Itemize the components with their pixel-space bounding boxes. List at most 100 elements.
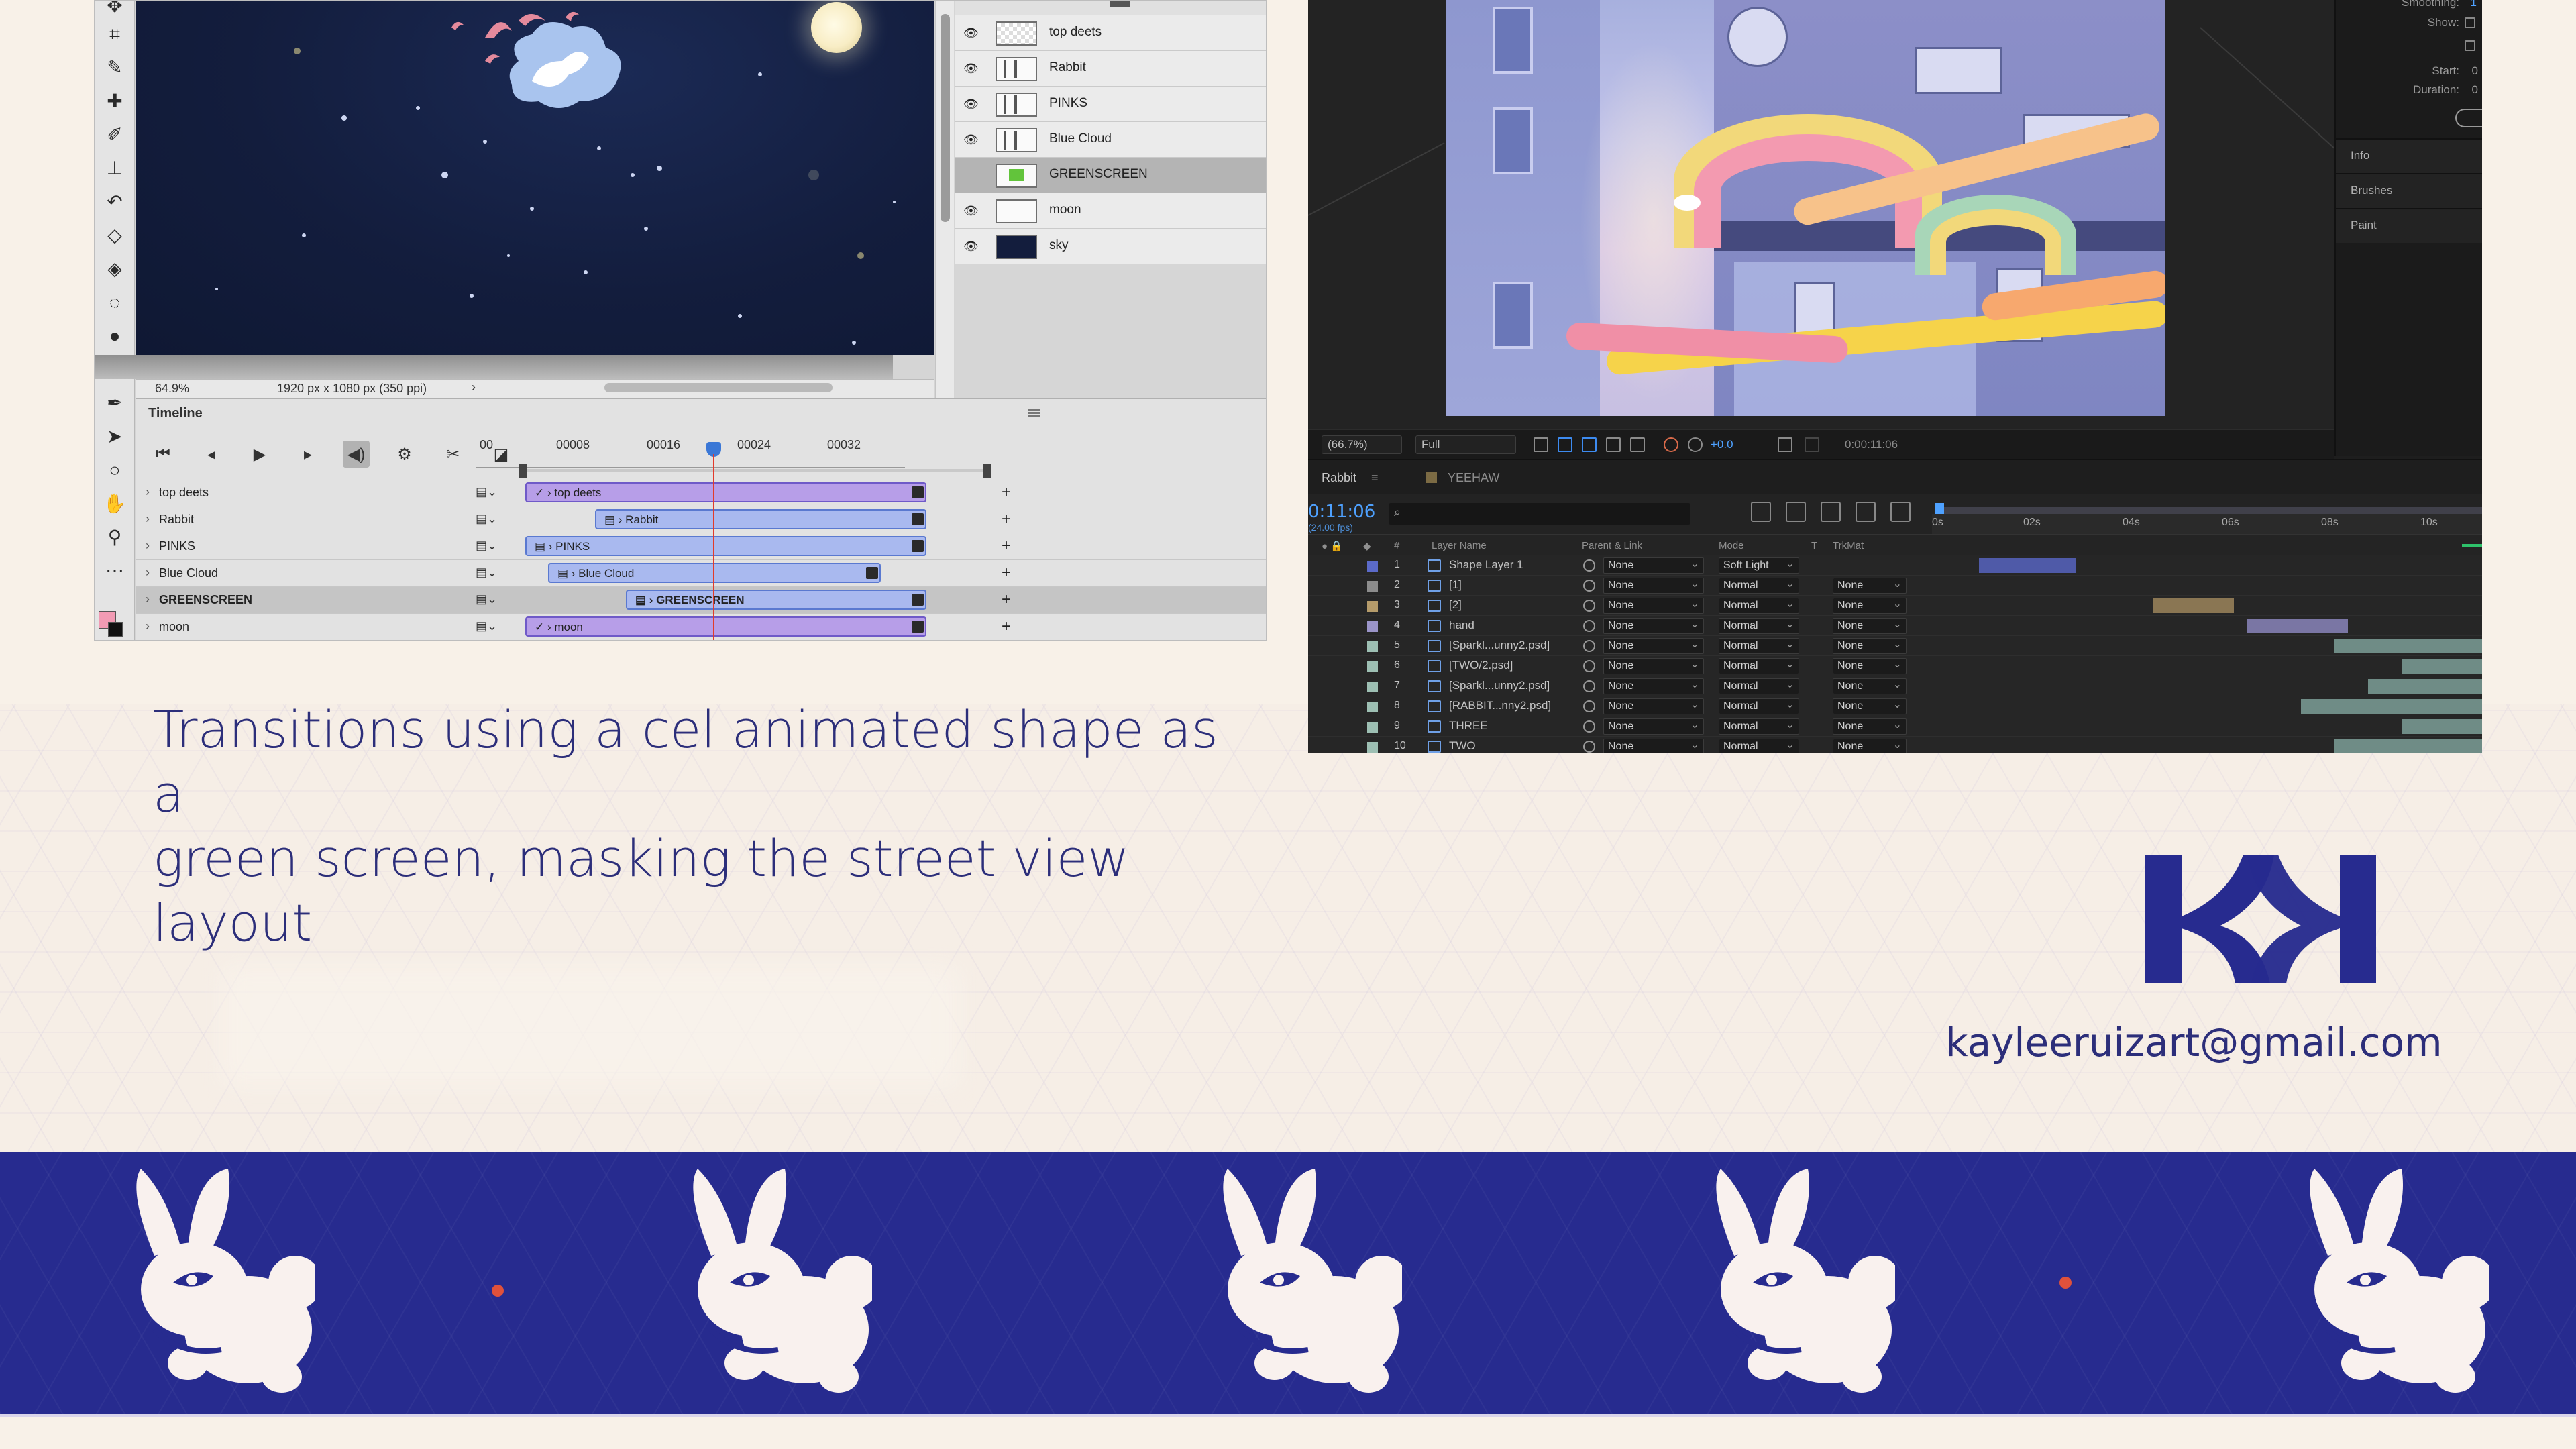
clip[interactable]: ✓ › moon bbox=[525, 616, 926, 637]
trkmat-dropdown[interactable]: None bbox=[1833, 637, 1907, 654]
view-options-icon[interactable] bbox=[1630, 437, 1645, 452]
document-canvas[interactable] bbox=[136, 1, 934, 355]
add-media-icon[interactable]: + bbox=[1002, 483, 1011, 502]
layer-row-greenscreen[interactable]: 👁 GREENSCREEN bbox=[955, 158, 1266, 193]
next-frame-icon[interactable]: ▸ bbox=[294, 441, 321, 468]
pickwhip-icon[interactable] bbox=[1583, 620, 1595, 632]
parent-dropdown[interactable]: None bbox=[1603, 657, 1704, 674]
snapshot-icon[interactable] bbox=[1778, 437, 1792, 452]
history-brush-icon[interactable]: ↶ bbox=[104, 191, 125, 213]
mode-dropdown[interactable]: Soft Light bbox=[1719, 557, 1799, 574]
show-checkbox[interactable] bbox=[2465, 17, 2475, 28]
column-layer-name[interactable]: Layer Name bbox=[1432, 540, 1487, 551]
magnification-dropdown[interactable]: (66.7%) bbox=[1322, 435, 1402, 454]
layer-name[interactable]: hand bbox=[1449, 619, 1474, 632]
color-channel-icon[interactable] bbox=[1664, 437, 1678, 452]
trkmat-dropdown[interactable]: None bbox=[1833, 698, 1907, 714]
column-trkmat[interactable]: TrkMat bbox=[1833, 540, 1864, 551]
show-snapshot-icon[interactable] bbox=[1805, 437, 1819, 452]
layer-search-input[interactable]: ⌕ bbox=[1389, 503, 1690, 525]
parent-dropdown[interactable]: None bbox=[1603, 718, 1704, 735]
layer-name[interactable]: [TWO/2.psd] bbox=[1449, 659, 1513, 672]
eye-icon[interactable]: 👁 bbox=[963, 204, 981, 217]
pickwhip-icon[interactable] bbox=[1583, 720, 1595, 733]
pickwhip-icon[interactable] bbox=[1583, 680, 1595, 692]
parent-dropdown[interactable]: None bbox=[1603, 637, 1704, 654]
layer-row-sky[interactable]: 👁 sky bbox=[955, 229, 1266, 264]
layer-row-moon[interactable]: 👁 moon bbox=[955, 193, 1266, 229]
pickwhip-icon[interactable] bbox=[1583, 700, 1595, 712]
resolution-dropdown[interactable]: Full bbox=[1415, 435, 1516, 454]
shape-tool-icon[interactable]: ○ bbox=[104, 460, 125, 481]
parent-dropdown[interactable]: None bbox=[1603, 678, 1704, 694]
eye-icon[interactable]: 👁 bbox=[963, 26, 981, 40]
first-frame-icon[interactable]: ⏮ bbox=[150, 441, 176, 468]
timeline-layer-row[interactable]: 10 TWO None Normal None bbox=[1308, 737, 2482, 753]
eye-icon[interactable]: 👁 bbox=[963, 239, 981, 253]
label-color-swatch[interactable] bbox=[1367, 661, 1378, 672]
mode-dropdown[interactable]: Normal bbox=[1719, 698, 1799, 714]
timeline-layer-row[interactable]: 1 Shape Layer 1 None Soft Light bbox=[1308, 555, 2482, 576]
composition-viewer[interactable] bbox=[1308, 0, 2365, 429]
eyedropper-tool-icon[interactable]: ✎ bbox=[104, 57, 125, 78]
horizontal-scrollbar[interactable] bbox=[604, 383, 833, 392]
panel-info[interactable]: Info bbox=[2336, 138, 2482, 173]
layer-row-pinks[interactable]: 👁 PINKS bbox=[955, 87, 1266, 122]
composition-frame[interactable] bbox=[1446, 0, 2165, 416]
film-strip-icon[interactable]: ▤⌄ bbox=[476, 592, 497, 606]
mode-dropdown[interactable]: Normal bbox=[1719, 577, 1799, 594]
track-greenscreen[interactable]: › GREENSCREEN ▤⌄ ▤ › GREENSCREEN + bbox=[136, 587, 1266, 614]
color-management-icon[interactable] bbox=[1688, 437, 1703, 452]
add-media-icon[interactable]: + bbox=[1002, 564, 1011, 582]
mode-dropdown[interactable]: Normal bbox=[1719, 738, 1799, 753]
work-area-start-handle[interactable] bbox=[519, 464, 527, 478]
trkmat-dropdown[interactable]: None bbox=[1833, 678, 1907, 694]
start-value[interactable]: 0 bbox=[2472, 64, 2478, 78]
expand-chevron-icon[interactable]: › bbox=[146, 592, 150, 606]
eye-icon[interactable]: 👁 bbox=[963, 133, 981, 146]
label-color-swatch[interactable] bbox=[1367, 742, 1378, 753]
layer-name[interactable]: Shape Layer 1 bbox=[1449, 558, 1523, 572]
paint-bucket-icon[interactable]: ◈ bbox=[104, 258, 125, 280]
layer-name[interactable]: [Sparkl...unny2.psd] bbox=[1449, 679, 1550, 692]
layer-duration-bar[interactable] bbox=[2402, 719, 2482, 734]
time-ruler[interactable]: 0s 02s 04s 06s 08s 10s bbox=[1932, 514, 2482, 534]
panel-brushes[interactable]: Brushes bbox=[2336, 173, 2482, 208]
track-blue-cloud[interactable]: › Blue Cloud ▤⌄ ▤ › Blue Cloud + bbox=[136, 560, 1266, 587]
layer-duration-bar[interactable] bbox=[2402, 659, 2482, 674]
healing-tool-icon[interactable]: ✚ bbox=[104, 91, 125, 112]
eye-icon[interactable]: 👁 bbox=[963, 62, 981, 75]
transparency-grid-icon[interactable] bbox=[1558, 437, 1572, 452]
clip[interactable]: ✓ › top deets bbox=[525, 482, 926, 502]
hand-tool-icon[interactable]: ✋ bbox=[103, 493, 127, 515]
more-tools-icon[interactable]: ⋯ bbox=[104, 560, 125, 582]
expand-chevron-icon[interactable]: › bbox=[146, 566, 150, 580]
timeline-layer-row[interactable]: 7 [Sparkl...unny2.psd] None Normal None bbox=[1308, 676, 2482, 696]
audio-icon[interactable]: ◀) bbox=[343, 441, 370, 468]
option-checkbox[interactable] bbox=[2465, 40, 2475, 51]
parent-dropdown[interactable]: None bbox=[1603, 597, 1704, 614]
layer-duration-bar[interactable] bbox=[2153, 598, 2234, 613]
film-strip-icon[interactable]: ▤⌄ bbox=[476, 619, 497, 633]
split-scissors-icon[interactable]: ✂ bbox=[439, 441, 466, 468]
parent-dropdown[interactable]: None bbox=[1603, 577, 1704, 594]
av-switch-icon[interactable]: ● 🔒 bbox=[1322, 540, 1343, 552]
timeline-layer-row[interactable]: 3 [2] None Normal None bbox=[1308, 596, 2482, 616]
trkmat-dropdown[interactable]: None bbox=[1833, 577, 1907, 594]
expand-chevron-icon[interactable]: › bbox=[146, 485, 150, 499]
trkmat-dropdown[interactable]: None bbox=[1833, 617, 1907, 634]
move-tool-icon[interactable]: ✥ bbox=[104, 1, 125, 17]
layer-name[interactable]: [Sparkl...unny2.psd] bbox=[1449, 639, 1550, 652]
label-color-swatch[interactable] bbox=[1367, 601, 1378, 612]
timeline-layer-row[interactable]: 2 [1] None Normal None bbox=[1308, 576, 2482, 596]
mode-dropdown[interactable]: Normal bbox=[1719, 678, 1799, 694]
tab-rabbit[interactable]: Rabbit bbox=[1322, 471, 1356, 485]
dodge-tool-icon[interactable]: ● bbox=[104, 325, 125, 347]
layer-row-rabbit[interactable]: 👁 Rabbit bbox=[955, 51, 1266, 87]
timeline-layer-row[interactable]: 4 hand None Normal None bbox=[1308, 616, 2482, 636]
track-rabbit[interactable]: › Rabbit ▤⌄ ▤ › Rabbit + bbox=[136, 506, 1266, 533]
pickwhip-icon[interactable] bbox=[1583, 580, 1595, 592]
column-parent[interactable]: Parent & Link bbox=[1582, 540, 1642, 551]
label-color-swatch[interactable] bbox=[1367, 641, 1378, 652]
track-top-deets[interactable]: › top deets ▤⌄ ✓ › top deets + bbox=[136, 480, 1266, 506]
